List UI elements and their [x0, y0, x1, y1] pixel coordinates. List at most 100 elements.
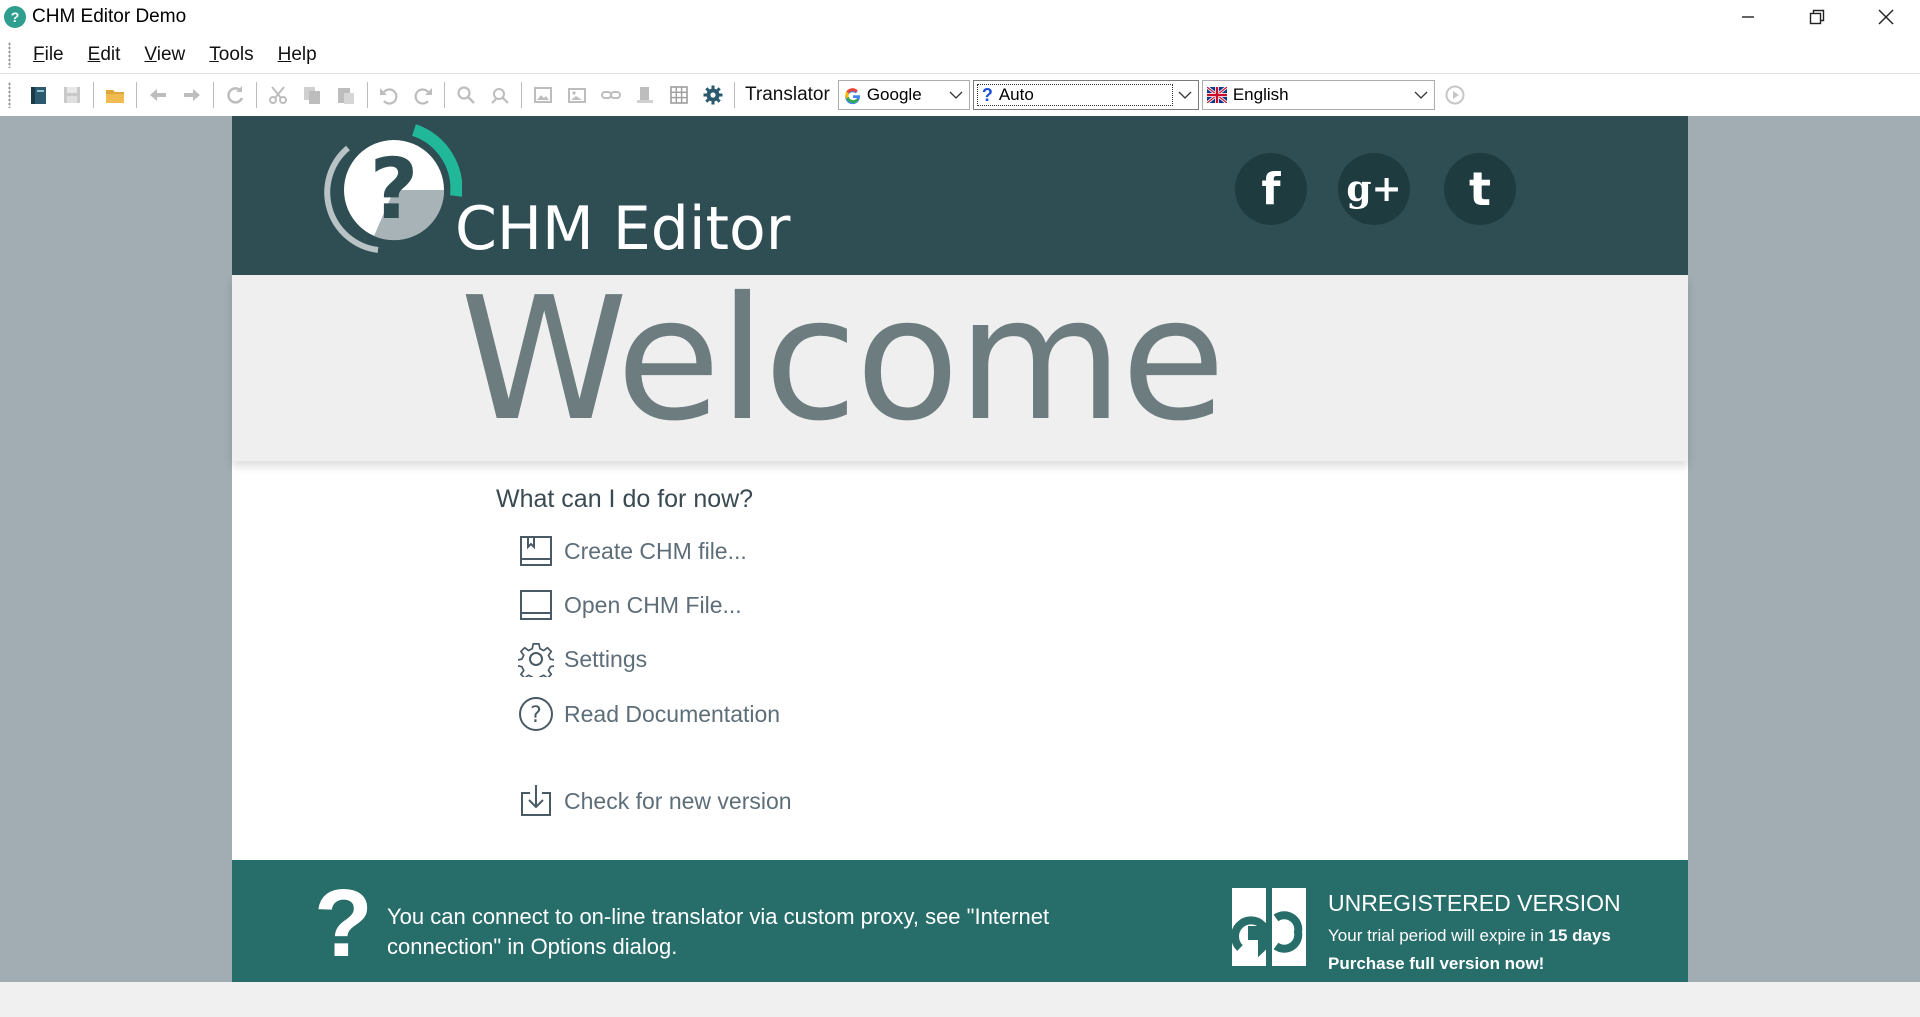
tip-question-icon: ?: [314, 870, 373, 977]
translate-button[interactable]: [1440, 80, 1470, 110]
vendor-logo-icon: [1232, 888, 1306, 966]
menu-view[interactable]: View: [132, 44, 197, 66]
arrow-right-icon: [184, 89, 200, 101]
minimize-icon: [1741, 16, 1754, 18]
settings-button[interactable]: [698, 80, 728, 110]
facebook-icon: f: [1261, 163, 1281, 215]
toolbar-separator: [367, 82, 368, 108]
purchase-link[interactable]: Purchase full version now!: [1328, 954, 1544, 974]
forward-button[interactable]: [177, 80, 207, 110]
open-chm-label: Open CHM File...: [564, 591, 742, 618]
folder-icon: [106, 90, 124, 103]
bookmark-button[interactable]: [630, 80, 660, 110]
redo-icon: [414, 88, 432, 105]
table-icon: [670, 86, 688, 104]
question-mark-icon: ?: [981, 84, 993, 105]
brand-title: CHM Editor: [455, 194, 791, 264]
source-language-select[interactable]: ? Auto: [972, 80, 1199, 110]
toolbar-separator: [213, 82, 214, 108]
start-page-header: ? CHM Editor f g+ t: [232, 116, 1688, 275]
magnifier-icon: [457, 86, 475, 104]
play-icon: [1445, 85, 1465, 105]
menu-edit[interactable]: Edit: [76, 44, 133, 66]
target-language-value: English: [1232, 85, 1289, 104]
welcome-banner: Welcome: [232, 275, 1688, 461]
toolbar-grip[interactable]: [8, 82, 11, 108]
toolbar: Translator Google ? Auto English: [0, 76, 1494, 114]
minimize-button[interactable]: [1713, 0, 1782, 34]
close-button[interactable]: [1851, 0, 1920, 34]
back-button[interactable]: [143, 80, 173, 110]
undo-icon: [380, 88, 398, 105]
read-documentation-action[interactable]: ? Read Documentation: [518, 696, 780, 732]
redo-button[interactable]: [408, 80, 438, 110]
gear-icon: [518, 643, 554, 677]
chevron-down-icon: [1414, 91, 1428, 99]
status-bar: [0, 982, 1920, 1017]
open-chm-action[interactable]: Open CHM File...: [518, 587, 742, 623]
target-language-select[interactable]: English: [1201, 80, 1435, 110]
check-new-version-action[interactable]: Check for new version: [518, 783, 792, 819]
settings-label: Settings: [564, 645, 648, 672]
paste-button[interactable]: [331, 80, 361, 110]
image-icon: [534, 87, 552, 103]
svg-text:?: ?: [530, 703, 542, 728]
menu-grip[interactable]: [8, 42, 11, 68]
translator-label: Translator: [745, 84, 830, 105]
start-page-footer: ? You can connect to on-line translator …: [232, 860, 1688, 982]
open-button[interactable]: [100, 80, 130, 110]
find-button[interactable]: [451, 80, 481, 110]
actions-question: What can I do for now?: [496, 485, 754, 513]
read-documentation-label: Read Documentation: [564, 700, 781, 727]
create-chm-action[interactable]: Create CHM file...: [518, 533, 747, 569]
insert-table-button[interactable]: [664, 80, 694, 110]
twitter-button[interactable]: t: [1444, 153, 1516, 225]
new-button[interactable]: [23, 80, 53, 110]
chevron-down-icon: [949, 91, 963, 99]
translator-engine-select[interactable]: Google: [837, 80, 970, 110]
proxy-tip-text: You can connect to on-line translator vi…: [387, 904, 1050, 959]
window-title: CHM Editor Demo: [32, 6, 187, 27]
translator-engine-value: Google: [866, 85, 922, 104]
window-controls: [1713, 0, 1920, 34]
scissors-icon: [269, 86, 287, 104]
copy-button[interactable]: [297, 80, 327, 110]
trial-days: 15 days: [1548, 926, 1611, 945]
google-plus-button[interactable]: g+: [1338, 153, 1410, 225]
menu-help[interactable]: Help: [266, 44, 329, 66]
restore-button[interactable]: [1782, 0, 1851, 34]
facebook-button[interactable]: f: [1235, 153, 1307, 225]
insert-picture-button[interactable]: [562, 80, 592, 110]
menu-tools[interactable]: Tools: [197, 44, 265, 66]
close-icon: [1878, 9, 1893, 25]
replace-button[interactable]: [485, 80, 515, 110]
twitter-icon: t: [1469, 162, 1491, 216]
toolbar-separator: [256, 82, 257, 108]
copy-icon: [304, 87, 320, 104]
refresh-icon: [227, 86, 244, 104]
welcome-heading: Welcome: [460, 261, 1226, 459]
toolbar-separator: [734, 82, 735, 108]
menu-file[interactable]: File: [21, 44, 76, 66]
toolbar-separator: [521, 82, 522, 108]
restore-icon: [1809, 9, 1824, 25]
save-button[interactable]: [57, 80, 87, 110]
undo-button[interactable]: [374, 80, 404, 110]
refresh-button[interactable]: [220, 80, 250, 110]
title-bar: ? CHM Editor Demo: [0, 0, 1920, 34]
trial-period-text: Your trial period will expire in 15 days: [1328, 926, 1611, 945]
source-language-value: Auto: [998, 85, 1034, 104]
chm-editor-logo-icon: ?: [324, 124, 462, 253]
new-book-icon: [31, 87, 46, 104]
insert-link-button[interactable]: [596, 80, 626, 110]
app-icon[interactable]: ?: [4, 6, 26, 28]
svg-text:?: ?: [370, 140, 419, 238]
unregistered-title: UNREGISTERED VERSION: [1328, 890, 1621, 916]
toolbar-separator: [93, 82, 94, 108]
insert-image-button[interactable]: [528, 80, 558, 110]
settings-action[interactable]: Settings: [518, 641, 647, 677]
create-chm-label: Create CHM file...: [564, 537, 747, 564]
cut-button[interactable]: [263, 80, 293, 110]
check-new-version-label: Check for new version: [564, 787, 792, 814]
toolbar-separator: [444, 82, 445, 108]
